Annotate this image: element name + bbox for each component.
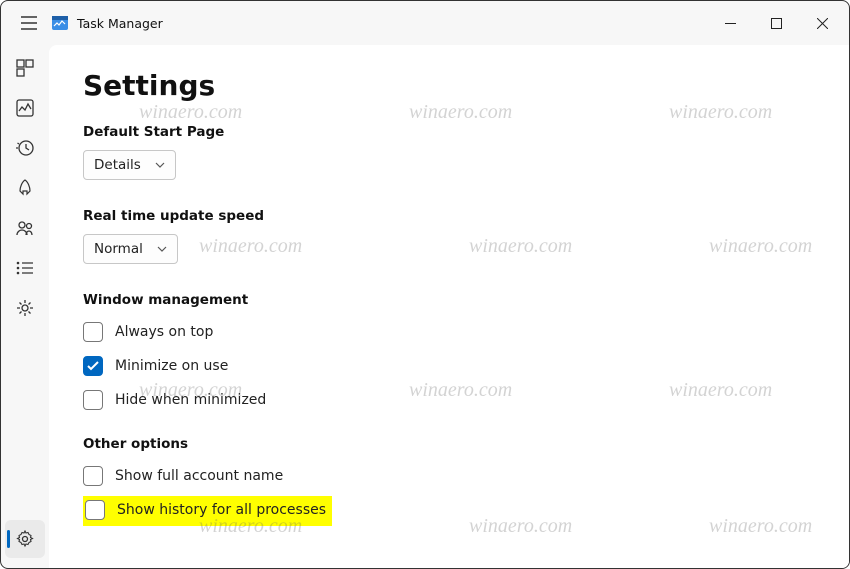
always-on-top-row: Always on top (83, 318, 815, 352)
services-icon (16, 299, 34, 317)
hide-when-minimized-row: Hide when minimized (83, 386, 815, 420)
task-manager-window: Task Manager (0, 0, 850, 569)
minimize-on-use-checkbox[interactable] (83, 356, 103, 376)
default-start-page-label: Default Start Page (83, 124, 815, 140)
processes-icon (16, 59, 34, 77)
nav-users[interactable] (5, 209, 45, 247)
show-full-account-name-label: Show full account name (115, 468, 283, 484)
startup-icon (16, 179, 34, 197)
details-icon (16, 261, 34, 275)
watermark: winaero.com (199, 235, 302, 258)
maximize-button[interactable] (753, 7, 799, 39)
page-heading: Settings (83, 69, 815, 102)
nav-settings[interactable] (5, 520, 45, 558)
always-on-top-label: Always on top (115, 324, 213, 340)
show-history-all-row: Show history for all processes (83, 496, 332, 526)
watermark: winaero.com (469, 515, 572, 538)
nav-processes[interactable] (5, 49, 45, 87)
window-controls (707, 7, 845, 39)
minimize-icon (725, 18, 736, 29)
nav-startup[interactable] (5, 169, 45, 207)
hamburger-button[interactable] (11, 5, 47, 41)
watermark: winaero.com (669, 101, 772, 124)
minimize-button[interactable] (707, 7, 753, 39)
show-history-all-label: Show history for all processes (117, 502, 326, 518)
watermark: winaero.com (709, 235, 812, 258)
maximize-icon (771, 18, 782, 29)
always-on-top-checkbox[interactable] (83, 322, 103, 342)
watermark: winaero.com (139, 101, 242, 124)
minimize-on-use-row: Minimize on use (83, 352, 815, 386)
hide-when-minimized-checkbox[interactable] (83, 390, 103, 410)
nav-details[interactable] (5, 249, 45, 287)
hamburger-icon (21, 16, 37, 30)
show-full-account-name-row: Show full account name (83, 462, 815, 496)
users-icon (16, 219, 34, 237)
show-full-account-name-checkbox[interactable] (83, 466, 103, 486)
close-button[interactable] (799, 7, 845, 39)
watermark: winaero.com (469, 235, 572, 258)
close-icon (817, 18, 828, 29)
chevron-down-icon (157, 246, 167, 252)
window-management-label: Window management (83, 292, 815, 308)
nav-services[interactable] (5, 289, 45, 327)
watermark: winaero.com (709, 515, 812, 538)
watermark: winaero.com (409, 101, 512, 124)
settings-icon (16, 530, 34, 548)
performance-icon (16, 99, 34, 117)
app-icon (51, 14, 69, 32)
show-history-all-checkbox[interactable] (85, 500, 105, 520)
minimize-on-use-label: Minimize on use (115, 358, 228, 374)
update-speed-value: Normal (94, 241, 143, 257)
default-start-page-dropdown[interactable]: Details (83, 150, 176, 180)
titlebar: Task Manager (1, 1, 849, 45)
chevron-down-icon (155, 162, 165, 168)
history-icon (16, 139, 34, 157)
default-start-page-value: Details (94, 157, 141, 173)
sidebar (1, 45, 49, 568)
other-options-label: Other options (83, 436, 815, 452)
nav-app-history[interactable] (5, 129, 45, 167)
nav-performance[interactable] (5, 89, 45, 127)
settings-page: winaero.com winaero.com winaero.com wina… (49, 45, 849, 568)
update-speed-label: Real time update speed (83, 208, 815, 224)
hide-when-minimized-label: Hide when minimized (115, 392, 266, 408)
update-speed-dropdown[interactable]: Normal (83, 234, 178, 264)
window-title: Task Manager (77, 16, 163, 31)
